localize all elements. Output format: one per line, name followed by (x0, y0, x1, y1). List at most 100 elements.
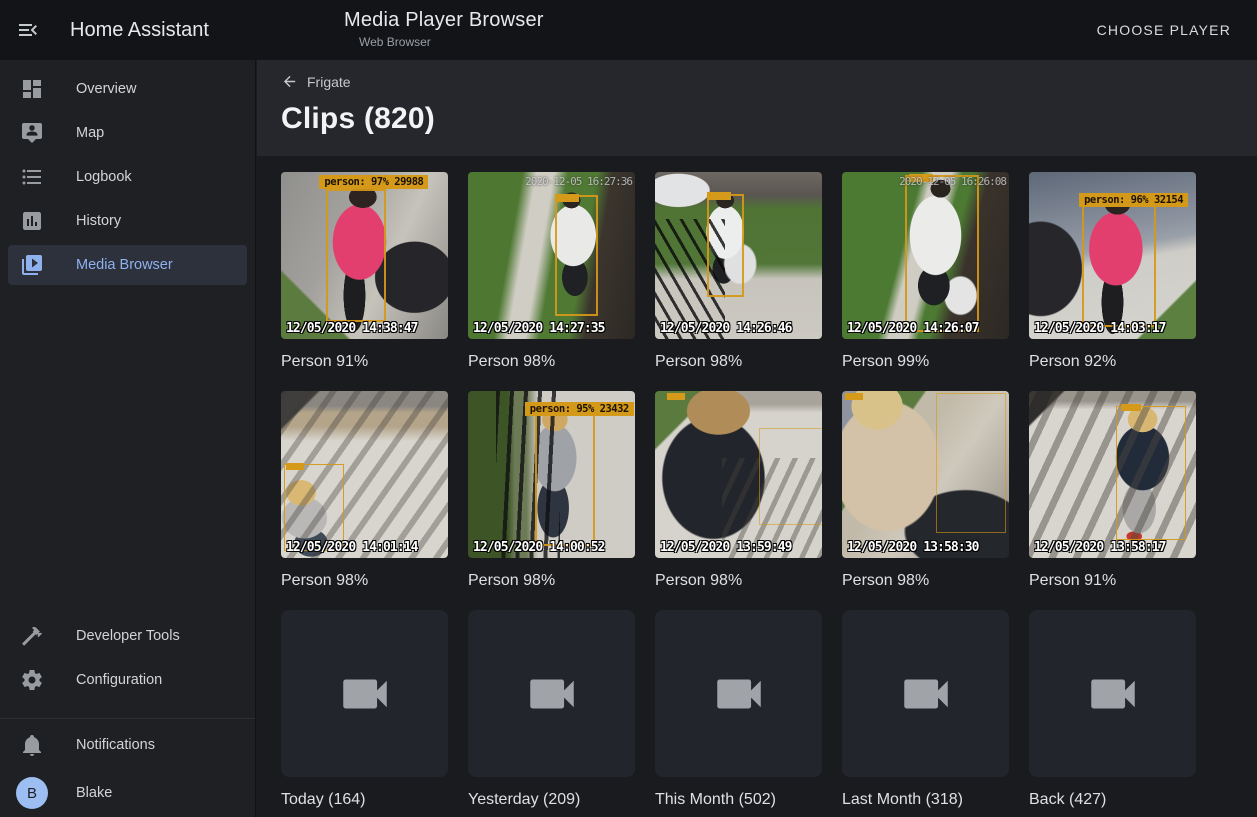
video-camera-icon (1084, 665, 1142, 723)
video-camera-icon (710, 665, 768, 723)
clip-thumbnail[interactable]: 12/05/2020 14:27:35 2020-12-05 16:27:36 (468, 172, 635, 339)
clip-thumbnail[interactable]: 12/05/2020 13:58:17 (1029, 391, 1196, 558)
dialog-title: Media Player Browser (344, 9, 544, 32)
sidebar-item-label: Developer Tools (76, 628, 180, 644)
clip-timestamp: 12/05/2020 13:59:49 (660, 540, 792, 555)
detection-label: person: 95% 23432 (525, 402, 634, 416)
sidebar-item-overview[interactable]: Overview (8, 69, 247, 109)
sidebar-item-configuration[interactable]: Configuration (8, 660, 247, 700)
detection-chip (667, 393, 685, 400)
clip-timestamp: 12/05/2020 14:03:17 (1034, 321, 1166, 336)
sidebar-item-map[interactable]: Map (8, 113, 247, 153)
dialog-subtitle: Web Browser (344, 35, 544, 49)
clip-cell: 12/05/2020 14:03:17 person: 96% 32154 Pe… (1029, 172, 1196, 371)
clip-caption: Person 98% (842, 571, 1009, 590)
clip-thumbnail[interactable]: 12/05/2020 14:03:17 person: 96% 32154 (1029, 172, 1196, 339)
folder-card-yesterday[interactable] (468, 610, 635, 777)
detection-chip (1121, 404, 1141, 411)
breadcrumb-label: Frigate (307, 74, 351, 90)
user-name: Blake (76, 785, 112, 801)
app-header: Home Assistant Media Player Browser Web … (0, 0, 1257, 60)
video-camera-icon (897, 665, 955, 723)
sidebar-item-label: Map (76, 125, 104, 141)
folder-cell: Last Month (318) (842, 610, 1009, 809)
clip-thumbnail[interactable]: 12/05/2020 14:01:14 (281, 391, 448, 558)
clip-timestamp: 12/05/2020 14:27:35 (473, 321, 605, 336)
sidebar-item-label: Logbook (76, 169, 132, 185)
clip-cell: 12/05/2020 14:26:07 2020-12-05 16:26:08 … (842, 172, 1009, 371)
video-camera-icon (523, 665, 581, 723)
sidebar-item-developer-tools[interactable]: Developer Tools (8, 616, 247, 656)
clip-caption: Person 99% (842, 352, 1009, 371)
hammer-icon (20, 624, 44, 648)
sidebar: Overview Map Logbook History Media Brows… (0, 60, 256, 817)
sidebar-item-label: Media Browser (76, 257, 173, 273)
folder-card-back[interactable] (1029, 610, 1196, 777)
avatar: B (16, 777, 48, 809)
clip-cell: 12/05/2020 14:27:35 2020-12-05 16:27:36 … (468, 172, 635, 371)
chart-box-icon (20, 209, 44, 233)
clip-cell: 12/05/2020 14:00:52 person: 95% 23432 Pe… (468, 391, 635, 590)
folder-label: Today (164) (281, 790, 448, 809)
sidebar-divider (0, 718, 255, 719)
clip-thumbnail[interactable]: 12/05/2020 14:26:46 (655, 172, 822, 339)
camera-osd-timestamp: 2020-12-05 16:27:36 (525, 175, 632, 188)
detection-bounding-box (555, 195, 598, 315)
detection-bounding-box (905, 175, 978, 332)
sidebar-item-logbook[interactable]: Logbook (8, 157, 247, 197)
folder-label: Back (427) (1029, 790, 1196, 809)
detection-bounding-box (326, 189, 386, 323)
clip-thumbnail[interactable]: 12/05/2020 14:38:47 person: 97% 29988 (281, 172, 448, 339)
format-list-bulleted-icon (20, 165, 44, 189)
clip-cell: 12/05/2020 14:26:46 Person 98% (655, 172, 822, 371)
breadcrumb-back[interactable]: Frigate (281, 73, 351, 90)
folder-card-this-month[interactable] (655, 610, 822, 777)
clip-caption: Person 98% (468, 352, 635, 371)
choose-player-button[interactable]: CHOOSE PLAYER (1091, 0, 1237, 60)
clip-caption: Person 92% (1029, 352, 1196, 371)
folder-label: Yesterday (209) (468, 790, 635, 809)
clip-cell: 12/05/2020 14:38:47 person: 97% 29988 Pe… (281, 172, 448, 371)
sidebar-spacer (0, 289, 255, 612)
arrow-left-icon (281, 73, 298, 90)
folder-label: Last Month (318) (842, 790, 1009, 809)
detection-bounding-box (759, 428, 822, 525)
clip-thumbnail[interactable]: 12/05/2020 13:58:30 (842, 391, 1009, 558)
clip-timestamp: 12/05/2020 14:38:47 (286, 321, 418, 336)
sidebar-item-history[interactable]: History (8, 201, 247, 241)
detection-bounding-box (1082, 194, 1155, 328)
cog-icon (20, 668, 44, 692)
detection-chip (286, 463, 304, 470)
sidebar-item-label: Notifications (76, 737, 155, 753)
topbar-title-block: Media Player Browser Web Browser (344, 9, 544, 49)
clip-caption: Person 98% (281, 571, 448, 590)
folder-cell: This Month (502) (655, 610, 822, 809)
clip-caption: Person 91% (1029, 571, 1196, 590)
video-camera-icon (336, 665, 394, 723)
clip-cell: 12/05/2020 13:58:30 Person 98% (842, 391, 1009, 590)
clip-caption: Person 98% (468, 571, 635, 590)
clip-timestamp: 12/05/2020 14:26:46 (660, 321, 792, 336)
folder-card-last-month[interactable] (842, 610, 1009, 777)
sidebar-item-user[interactable]: B Blake (8, 773, 247, 813)
sidebar-item-media-browser[interactable]: Media Browser (8, 245, 247, 285)
sidebar-item-label: History (76, 213, 121, 229)
sidebar-toggle-button[interactable] (0, 0, 56, 60)
media-header: Frigate Clips (820) (257, 60, 1257, 156)
clip-thumbnail[interactable]: 12/05/2020 13:59:49 (655, 391, 822, 558)
view-dashboard-icon (20, 77, 44, 101)
clip-caption: Person 98% (655, 352, 822, 371)
media-browser-content: Frigate Clips (820) 12/05/2020 14:38:47 … (257, 60, 1257, 817)
detection-chip (707, 192, 731, 200)
media-grid: 12/05/2020 14:38:47 person: 97% 29988 Pe… (257, 156, 1257, 817)
camera-osd-timestamp: 2020-12-05 16:26:08 (899, 175, 1006, 188)
detection-bounding-box (707, 194, 744, 298)
account-tooltip-icon (20, 121, 44, 145)
clip-thumbnail[interactable]: 12/05/2020 14:26:07 2020-12-05 16:26:08 (842, 172, 1009, 339)
sidebar-item-notifications[interactable]: Notifications (8, 725, 247, 765)
folder-cell: Yesterday (209) (468, 610, 635, 809)
folder-card-today[interactable] (281, 610, 448, 777)
folder-label: This Month (502) (655, 790, 822, 809)
clip-timestamp: 12/05/2020 14:26:07 (847, 321, 979, 336)
clip-thumbnail[interactable]: 12/05/2020 14:00:52 person: 95% 23432 (468, 391, 635, 558)
